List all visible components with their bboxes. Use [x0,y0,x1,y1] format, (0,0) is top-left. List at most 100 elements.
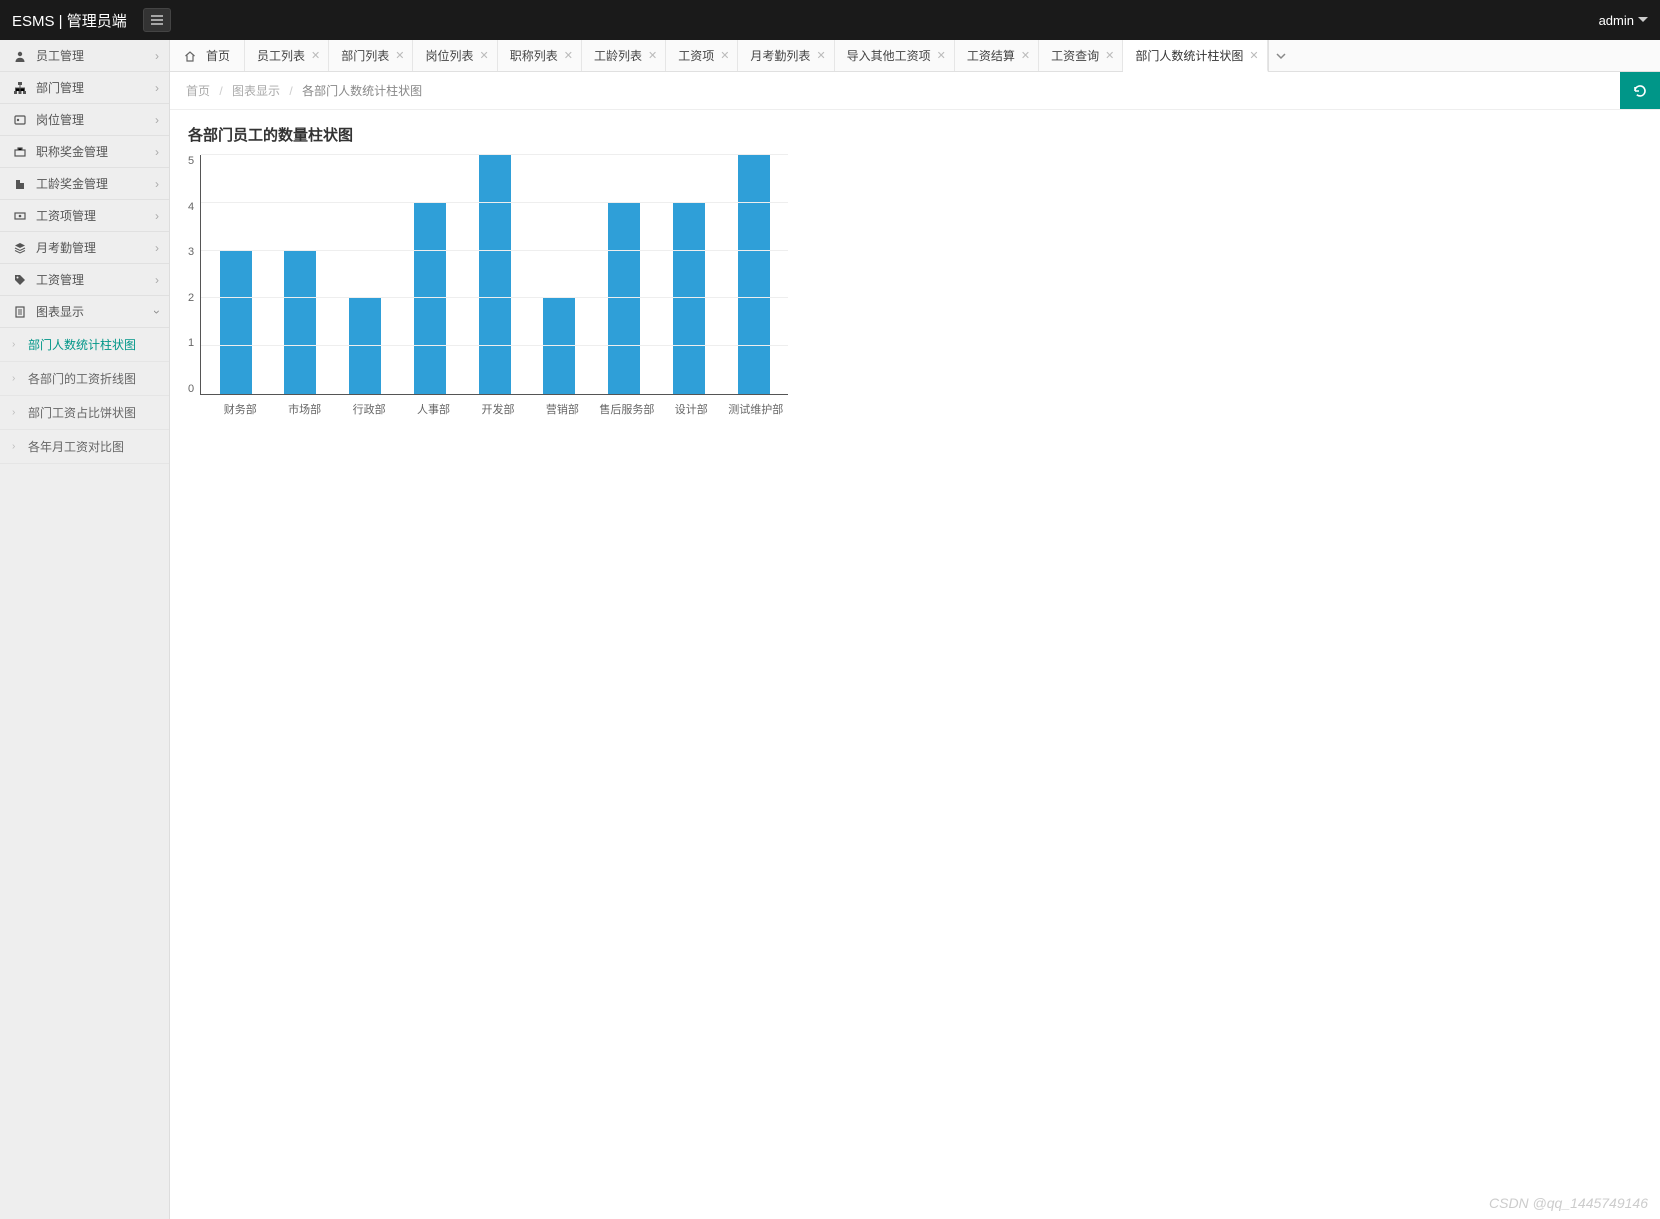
tab-item[interactable]: 岗位列表✕ [413,40,497,71]
bar[interactable] [414,203,446,394]
breadcrumb-mid[interactable]: 图表显示 [232,84,280,98]
chart-bars [201,155,788,394]
y-tick: 3 [188,246,194,258]
close-icon[interactable]: ✕ [564,49,573,62]
tab-item[interactable]: 员工列表✕ [245,40,329,71]
chart: 543210 财务部市场部行政部人事部开发部营销部售后服务部设计部测试维护部 [188,155,788,417]
close-icon[interactable]: ✕ [937,49,946,62]
tab-label: 部门列表 [341,47,389,64]
chevron-right-icon: › [12,373,15,384]
user-menu[interactable]: admin [1599,13,1648,28]
y-tick: 2 [188,292,194,304]
y-tick: 0 [188,383,194,395]
y-tick: 1 [188,337,194,349]
sidebar-sub-yearly[interactable]: › 各年月工资对比图 [0,430,169,464]
tab-label: 工资查询 [1051,47,1099,64]
caret-down-icon [1638,17,1648,23]
grid-line [201,297,788,298]
sidebar-item-title-bonus[interactable]: 职称奖金管理 › [0,136,169,168]
tab-label: 职称列表 [510,47,558,64]
bar[interactable] [543,298,575,394]
sidebar-item-label: 岗位管理 [36,111,84,128]
bar[interactable] [479,155,511,394]
x-tick: 财务部 [208,401,272,417]
bar[interactable] [738,155,770,394]
bar[interactable] [220,251,252,394]
grid-line [201,345,788,346]
sidebar-item-employee[interactable]: 员工管理 › [0,40,169,72]
sidebar-sub-dept-line[interactable]: › 各部门的工资折线图 [0,362,169,396]
sidebar-toggle-button[interactable] [143,8,171,32]
topbar: ESMS | 管理员端 admin [0,0,1660,40]
tab-home[interactable]: 首页 [170,40,245,71]
user-name: admin [1599,13,1634,28]
money-icon [12,210,28,222]
close-icon[interactable]: ✕ [1105,49,1114,62]
chevron-right-icon: › [155,177,159,191]
x-tick: 开发部 [466,401,530,417]
breadcrumb: 首页 / 图表显示 / 各部门人数统计柱状图 [186,82,422,99]
close-icon[interactable]: ✕ [720,49,729,62]
tab-item[interactable]: 工资结算✕ [955,40,1039,71]
sidebar: 员工管理 › 部门管理 › 岗位管理 › 职称奖金管理 › 工龄奖金管理 › 工… [0,40,170,1219]
sidebar-item-label: 工龄奖金管理 [36,175,108,192]
tabs-bar: 首页 员工列表✕部门列表✕岗位列表✕职称列表✕工龄列表✕工资项✕月考勤列表✕导入… [170,40,1660,72]
tab-item[interactable]: 工龄列表✕ [582,40,666,71]
building-icon [12,178,28,190]
main: 首页 员工列表✕部门列表✕岗位列表✕职称列表✕工龄列表✕工资项✕月考勤列表✕导入… [170,40,1660,1219]
sidebar-item-department[interactable]: 部门管理 › [0,72,169,104]
tab-label: 月考勤列表 [750,47,810,64]
sidebar-item-position[interactable]: 岗位管理 › [0,104,169,136]
document-icon [12,306,28,318]
bar[interactable] [284,251,316,394]
close-icon[interactable]: ✕ [648,49,657,62]
chevron-right-icon: › [155,145,159,159]
sidebar-item-label: 工资项管理 [36,207,96,224]
sidebar-item-label: 员工管理 [36,47,84,64]
bar[interactable] [673,203,705,394]
sidebar-item-attendance[interactable]: 月考勤管理 › [0,232,169,264]
chevron-down-icon: › [150,310,164,314]
tab-item[interactable]: 工资项✕ [666,40,738,71]
refresh-button[interactable] [1620,72,1660,109]
grid-line [201,154,788,155]
sidebar-item-salary-item[interactable]: 工资项管理 › [0,200,169,232]
sidebar-item-label: 图表显示 [36,303,84,320]
sidebar-item-seniority-bonus[interactable]: 工龄奖金管理 › [0,168,169,200]
tab-label: 首页 [206,47,230,64]
chevron-right-icon: › [155,49,159,63]
breadcrumb-root[interactable]: 首页 [186,84,210,98]
chart-plot [200,155,788,395]
tab-item[interactable]: 职称列表 ✕ [498,40,582,71]
close-icon[interactable]: ✕ [480,49,489,62]
tag-icon [12,274,28,286]
sidebar-item-charts[interactable]: 图表显示 › [0,296,169,328]
tab-item[interactable]: 部门列表 ✕ [329,40,413,71]
briefcase-icon [12,146,28,158]
tab-item[interactable]: 部门人数统计柱状图✕ [1123,40,1267,72]
chevron-down-icon [1275,52,1287,60]
tab-item[interactable]: 月考勤列表 ✕ [738,40,834,71]
close-icon[interactable]: ✕ [816,49,825,62]
tabs-more-button[interactable] [1268,40,1294,71]
content: 各部门员工的数量柱状图 543210 财务部市场部行政部人事部开发部营销部售后服… [170,110,1660,1219]
sidebar-sub-label: 各年月工资对比图 [28,438,124,455]
refresh-icon [1632,83,1648,99]
tab-item[interactable]: 工资查询 ✕ [1039,40,1123,71]
x-tick: 测试维护部 [724,401,788,417]
chevron-right-icon: › [155,113,159,127]
close-icon[interactable]: ✕ [1021,49,1030,62]
close-icon[interactable]: ✕ [1249,49,1258,62]
close-icon[interactable]: ✕ [395,49,404,62]
tab-item[interactable]: 导入其他工资项✕ [835,40,955,71]
breadcrumb-row: 首页 / 图表显示 / 各部门人数统计柱状图 [170,72,1660,110]
close-icon[interactable]: ✕ [311,49,320,62]
sidebar-sub-dept-pie[interactable]: › 部门工资占比饼状图 [0,396,169,430]
sidebar-sub-dept-bar[interactable]: › 部门人数统计柱状图 [0,328,169,362]
breadcrumb-sep: / [289,84,292,98]
sidebar-item-salary[interactable]: 工资管理 › [0,264,169,296]
x-tick: 售后服务部 [595,401,659,417]
breadcrumb-sep: / [219,84,222,98]
bar[interactable] [349,298,381,394]
bar[interactable] [608,203,640,394]
